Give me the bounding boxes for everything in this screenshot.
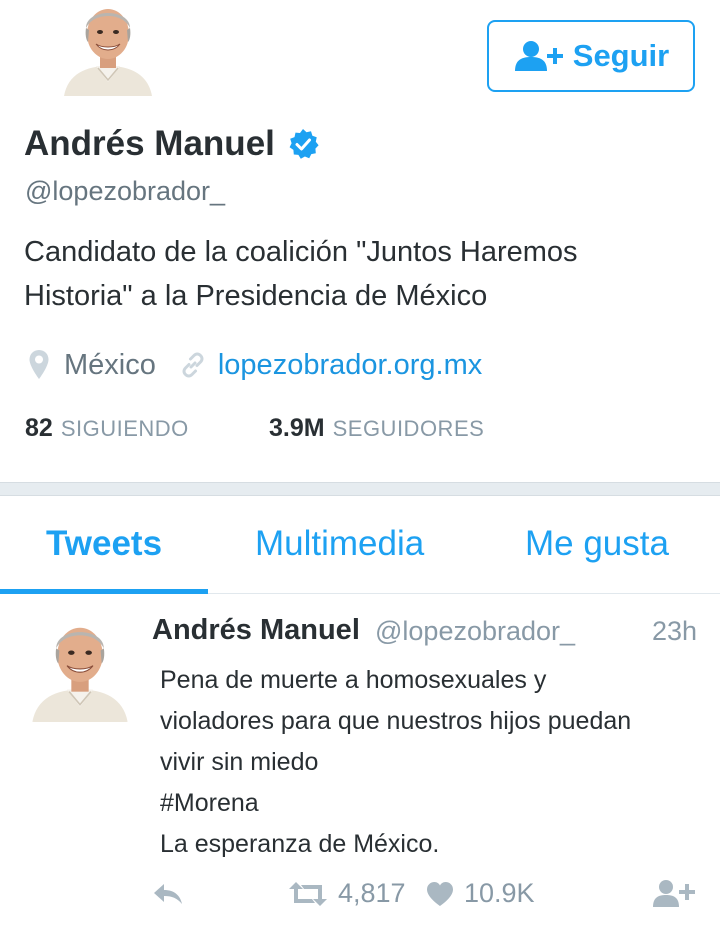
follow-button-label: Seguir <box>572 38 670 73</box>
like-count: 10.9K <box>464 878 535 908</box>
retweet-count: 4,817 <box>338 878 406 908</box>
tweet-actions: 4,817 10.9K <box>0 878 720 918</box>
tweet-author-handle[interactable]: @lopezobrador_ <box>375 616 575 647</box>
bio-line: Candidato de la coalición "Juntos Haremo… <box>24 236 578 268</box>
name-row: Andrés Manuel <box>24 124 319 164</box>
following-label: SIGUIENDO <box>60 416 189 441</box>
profile-location: México <box>64 348 156 381</box>
profile-website-link[interactable]: lopezobrador.org.mx <box>218 349 482 382</box>
tab-tweets[interactable]: Tweets <box>46 524 162 564</box>
profile-meta: México lopezobrador.org.mx <box>28 346 482 384</box>
bio-line: Historia" a la Presidencia de México <box>24 280 488 312</box>
reply-button[interactable] <box>152 882 184 906</box>
tab-me-gusta[interactable]: Me gusta <box>525 524 669 564</box>
follow-button[interactable]: Seguir <box>487 20 695 92</box>
add-user-icon <box>514 41 563 71</box>
tweet-timestamp[interactable]: 23h <box>652 616 697 647</box>
retweet-button[interactable]: 4,817 <box>288 878 406 909</box>
tweet[interactable]: Andrés Manuel @lopezobrador_ 23h Pena de… <box>0 594 720 940</box>
link-icon <box>182 352 204 378</box>
followers-stat[interactable]: 3.9M SEGUIDORES <box>269 414 484 443</box>
tweet-text-line: vivir sin miedo <box>160 748 319 776</box>
tweet-hashtag[interactable]: #Morena <box>160 783 705 824</box>
profile-name: Andrés Manuel <box>24 124 275 163</box>
profile-avatar[interactable] <box>60 0 156 96</box>
tweet-text: Pena de muerte a homosexuales y violador… <box>160 660 705 865</box>
section-divider <box>0 482 720 496</box>
location-pin-icon <box>29 350 49 379</box>
followers-label: SEGUIDORES <box>332 416 485 441</box>
tweet-header: Andrés Manuel @lopezobrador_ 23h <box>152 614 697 654</box>
tweet-avatar[interactable] <box>28 618 132 722</box>
tweet-author-name[interactable]: Andrés Manuel <box>152 614 360 647</box>
retweet-icon <box>289 881 327 906</box>
profile-handle: @lopezobrador_ <box>25 176 226 206</box>
profile-bio: Candidato de la coalición "Juntos Haremo… <box>24 230 684 318</box>
reply-icon <box>154 884 182 904</box>
profile-header: Seguir Andrés Manuel @lopezobrador_ Cand… <box>0 0 720 482</box>
profile-tabs: Tweets Multimedia Me gusta <box>0 496 720 594</box>
tweet-text-line: La esperanza de México. <box>160 830 440 858</box>
add-user-icon <box>653 880 695 907</box>
profile-page: Seguir Andrés Manuel @lopezobrador_ Cand… <box>0 0 720 940</box>
heart-icon <box>427 881 453 906</box>
tab-multimedia[interactable]: Multimedia <box>255 524 424 564</box>
followers-count: 3.9M <box>269 414 325 442</box>
tweet-text-line: violadores para que nuestros hijos pueda… <box>160 707 632 735</box>
follow-user-button[interactable] <box>652 878 696 908</box>
tweet-text-line: Pena de muerte a homosexuales y <box>160 666 547 694</box>
following-count: 82 <box>25 414 53 442</box>
following-stat[interactable]: 82 SIGUIENDO <box>25 414 189 443</box>
like-button[interactable]: 10.9K <box>426 878 535 909</box>
verified-badge-icon <box>289 129 319 159</box>
